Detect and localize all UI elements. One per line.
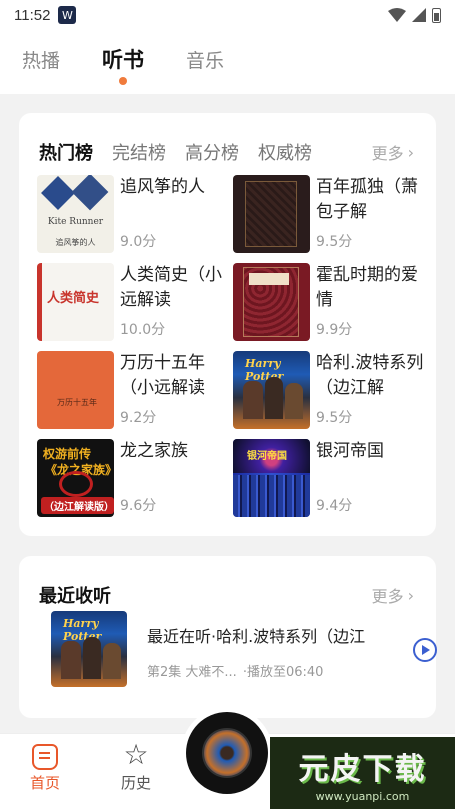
book-score: 10.0分 — [120, 322, 166, 338]
book-title: 哈利.波特系列（边江解 — [316, 353, 424, 398]
book-title: 万历十五年（小远解读 — [120, 353, 205, 398]
now-playing-disc[interactable] — [181, 707, 273, 799]
tab-hot[interactable]: 热播 — [22, 30, 60, 73]
book-cover: 银河帝国 — [233, 439, 310, 517]
chevron-right-icon: › — [407, 142, 414, 162]
book-cover: Kite Runner 追风筝的人 — [37, 175, 114, 253]
recent-more-link[interactable]: 更多 › — [372, 583, 414, 607]
recent-item[interactable]: Harry Potter 最近在听·哈利.波特系列（边江 第2集 大难不... … — [51, 611, 437, 691]
book-cover: 万历十五年 — [37, 351, 114, 429]
book-title: 人类简史（小远解读 — [120, 265, 222, 310]
tab-music[interactable]: 音乐 — [186, 30, 224, 73]
recent-episode: 第2集 大难不... — [147, 665, 237, 680]
watermark-url: www.yuanpi.com — [315, 789, 410, 803]
recent-title: 最近在听·哈利.波特系列（边江 — [147, 627, 366, 646]
book-score: 9.0分 — [120, 234, 157, 250]
book-score: 9.9分 — [316, 322, 353, 338]
home-icon — [32, 744, 58, 770]
app-notification-icon: W — [58, 6, 77, 24]
cover-subtitle: （边江解读版） — [41, 497, 114, 514]
book-title: 银河帝国 — [316, 441, 384, 461]
cover-title: 权游前传 — [43, 447, 92, 461]
watermark-logo: 元皮下载 www.yuanpi.com — [270, 737, 455, 809]
book-item[interactable]: 万历十五年 万历十五年（小远解读 9.2分 — [37, 351, 233, 439]
book-cover: 人类简史 — [37, 263, 114, 341]
ranking-card: 热门榜 完结榜 高分榜 权威榜 更多 › Kite Runner 追风筝的人 追风… — [19, 113, 436, 536]
tab-high-score-ranking[interactable]: 高分榜 — [185, 139, 239, 165]
top-tab-bar: 热播 听书 音乐 — [0, 30, 455, 94]
book-item[interactable]: 权游前传 《龙之家族》 （边江解读版） 龙之家族 9.6分 — [37, 439, 233, 527]
cover-title: 人类简史 — [47, 291, 100, 306]
nav-home-label: 首页 — [29, 774, 60, 792]
book-item[interactable]: 银河帝国 银河帝国 9.4分 — [233, 439, 427, 527]
book-item[interactable]: Kite Runner 追风筝的人 追风筝的人 9.0分 — [37, 175, 233, 263]
status-bar: 11:52 W — [0, 0, 455, 30]
ranking-tabs: 热门榜 完结榜 高分榜 权威榜 更多 › — [19, 113, 436, 171]
ranking-more-link[interactable]: 更多 › — [372, 140, 414, 164]
tab-audiobook[interactable]: 听书 — [102, 30, 144, 85]
signal-icon — [412, 8, 426, 22]
cover-subtitle: 追风筝的人 — [55, 238, 96, 247]
status-time: 11:52 — [14, 6, 51, 24]
book-score: 9.5分 — [316, 234, 353, 250]
book-cover: 权游前传 《龙之家族》 （边江解读版） — [37, 439, 114, 517]
play-icon[interactable] — [413, 638, 437, 662]
book-cover — [233, 175, 310, 253]
chevron-right-icon: › — [407, 585, 414, 605]
watermark-text: 元皮下载 — [298, 751, 427, 787]
wifi-icon — [388, 8, 406, 22]
star-icon: ☆ — [123, 738, 149, 771]
book-score: 9.2分 — [120, 410, 157, 426]
cover-title: 万历十五年 — [57, 398, 97, 407]
recent-progress: ·播放至06:40 — [242, 665, 324, 680]
album-art — [202, 728, 252, 778]
kite-shape — [71, 175, 109, 211]
book-score: 9.6分 — [120, 498, 157, 514]
book-item[interactable]: Harry Potter 哈利.波特系列（边江解 9.5分 — [233, 351, 427, 439]
book-item[interactable]: 人类简史 人类简史（小远解读 10.0分 — [37, 263, 233, 351]
nav-history-label: 历史 — [120, 774, 151, 792]
book-title: 追风筝的人 — [120, 177, 205, 197]
kite-shape — [41, 176, 75, 210]
book-grid: Kite Runner 追风筝的人 追风筝的人 9.0分 百年孤独（萧包子解 9… — [37, 175, 427, 527]
nav-home[interactable]: 首页 — [15, 740, 75, 793]
cover-title: Kite Runner — [47, 217, 104, 227]
section-title: 最近收听 — [39, 586, 111, 607]
book-score: 9.4分 — [316, 498, 353, 514]
book-score: 9.5分 — [316, 410, 353, 426]
book-title: 百年孤独（萧包子解 — [316, 177, 418, 222]
tab-authority-ranking[interactable]: 权威榜 — [258, 139, 312, 165]
tab-completed-ranking[interactable]: 完结榜 — [112, 139, 166, 165]
book-cover: Harry Potter — [233, 351, 310, 429]
recent-listening-card: 最近收听 更多 › Harry Potter 最近在听·哈利.波特系列（边江 第2… — [19, 556, 437, 718]
book-cover — [233, 263, 310, 341]
book-item[interactable]: 霍乱时期的爱情 9.9分 — [233, 263, 427, 351]
battery-icon — [432, 7, 441, 23]
book-title: 霍乱时期的爱情 — [316, 265, 418, 310]
book-title: 龙之家族 — [120, 441, 188, 461]
nav-history[interactable]: ☆ 历史 — [106, 740, 166, 793]
cover-title: 银河帝国 — [247, 451, 287, 462]
tab-hot-ranking[interactable]: 热门榜 — [39, 139, 93, 165]
book-item[interactable]: 百年孤独（萧包子解 9.5分 — [233, 175, 427, 263]
active-tab-indicator — [119, 77, 128, 85]
book-cover: Harry Potter — [51, 611, 127, 687]
